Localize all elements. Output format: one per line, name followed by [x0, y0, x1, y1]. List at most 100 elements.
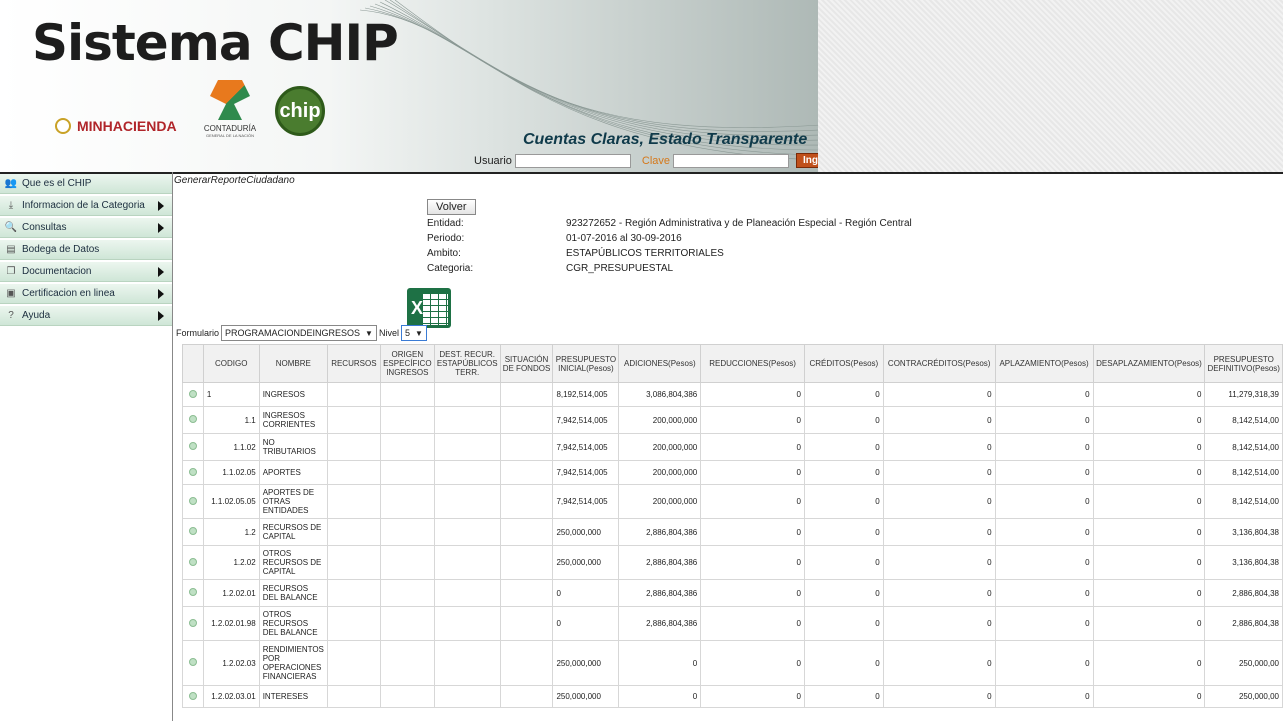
cell-codigo: 1.2.02: [202, 545, 260, 580]
chevron-right-icon: [158, 311, 164, 321]
cell-recursos: [326, 640, 381, 686]
cell-definitivo: 11,279,318,39: [1204, 382, 1283, 407]
table-row[interactable]: 1.2.02.03 RENDIMIENTOS POR OPERACIONES FI…: [182, 640, 1283, 686]
cell-aplazamiento: 0: [994, 382, 1094, 407]
cell-nombre: OTROS RECURSOS DEL BALANCE: [258, 606, 328, 641]
row-select-cell[interactable]: [182, 460, 204, 485]
cell-desaplazamiento: 0: [1092, 518, 1206, 546]
cell-reducciones: 0: [700, 433, 805, 461]
cell-origen: [379, 579, 435, 607]
expand-dot-icon[interactable]: [188, 496, 197, 505]
row-select-cell[interactable]: [182, 382, 204, 407]
row-select-cell[interactable]: [182, 406, 204, 434]
cell-contracreditos: 0: [882, 685, 996, 708]
expand-dot-icon[interactable]: [188, 442, 197, 450]
cell-dest: [433, 460, 501, 485]
table-row[interactable]: 1.2.02.01.98 OTROS RECURSOS DEL BALANCE 0 2…: [182, 606, 1283, 641]
nivel-select[interactable]: 5 ▼: [400, 325, 427, 341]
expand-dot-icon[interactable]: [188, 618, 197, 627]
cell-nombre: APORTES DE OTRAS ENTIDADES: [258, 484, 328, 519]
cell-definitivo: 250,000,00: [1204, 640, 1283, 686]
volver-button[interactable]: Volver: [427, 199, 476, 215]
expand-dot-icon[interactable]: [188, 557, 197, 566]
sidebar-item[interactable]: 🔍 Consultas: [0, 218, 172, 238]
cell-dest: [433, 640, 501, 686]
search-icon: 🔍: [4, 221, 18, 233]
expand-dot-icon[interactable]: [188, 527, 197, 535]
sidebar-item[interactable]: 👥 Que es el CHIP: [0, 174, 172, 194]
cell-adiciones: 200,000,000: [618, 460, 702, 485]
formulario-select[interactable]: PROGRAMACIONDEINGRESOS ▼: [221, 325, 377, 341]
ingresar-button[interactable]: Ingresar: [796, 153, 818, 168]
sidebar-item[interactable]: ▤ Bodega de Datos: [0, 240, 172, 260]
row-select-cell[interactable]: [182, 685, 204, 708]
document-icon: ❐: [6, 265, 16, 277]
table-row[interactable]: 1.2 RECURSOS DE CAPITAL 250,000,000 2,886,8…: [182, 518, 1283, 546]
table-row[interactable]: 1.1.02.05 APORTES 7,942,514,005 200,000,000…: [182, 460, 1283, 485]
cell-origen: [379, 545, 435, 580]
cell-codigo: 1.2: [202, 518, 260, 546]
table-row[interactable]: 1.2.02 OTROS RECURSOS DE CAPITAL 250,000,0…: [182, 545, 1283, 580]
table-row[interactable]: 1.1 INGRESOS CORRIENTES 7,942,514,005 200,0…: [182, 406, 1283, 434]
table-row[interactable]: 1.2.02.01 RECURSOS DEL BALANCE 0 2,886,804,…: [182, 579, 1283, 607]
clave-input[interactable]: [673, 153, 790, 168]
cell-contracreditos: 0: [882, 579, 996, 607]
cell-reducciones: 0: [700, 545, 805, 580]
cell-recursos: [326, 484, 381, 519]
cell-origen: [379, 406, 435, 434]
cell-nombre: INGRESOS: [258, 382, 328, 407]
table-row[interactable]: 1.2.02.03.01 INTERESES 250,000,000 0 0 0 0 0 0 25…: [182, 685, 1283, 708]
sidebar-item[interactable]: ? Ayuda: [0, 306, 172, 326]
column-header-select: [182, 344, 204, 383]
cell-definitivo: 8,142,514,00: [1204, 484, 1283, 519]
contaduria-label: CONTADURÍA: [203, 124, 257, 133]
cell-reducciones: 0: [700, 406, 805, 434]
cell-codigo: 1: [202, 382, 260, 407]
column-header: DEST. RECUR. ESTAPÚBLICOS TERR.: [433, 344, 501, 383]
sidebar-item[interactable]: ▣ Certificacion en linea: [0, 284, 172, 304]
row-select-cell[interactable]: [182, 606, 204, 641]
cell-creditos: 0: [803, 433, 884, 461]
expand-dot-icon[interactable]: [188, 415, 197, 423]
cell-situacion: [499, 433, 554, 461]
table-row[interactable]: 1.1.02.05.05 APORTES DE OTRAS ENTIDADES 7,…: [182, 484, 1283, 519]
cell-desaplazamiento: 0: [1092, 579, 1206, 607]
row-select-cell[interactable]: [182, 433, 204, 461]
cell-codigo: 1.2.02.01.98: [202, 606, 260, 641]
row-select-cell[interactable]: [182, 484, 204, 519]
nivel-value: 5: [404, 328, 410, 338]
usuario-input[interactable]: [514, 153, 631, 168]
column-header: DESAPLAZAMIENTO(Pesos): [1092, 344, 1206, 383]
expand-dot-icon[interactable]: [188, 389, 197, 398]
expand-dot-icon[interactable]: [188, 658, 197, 666]
cell-creditos: 0: [803, 545, 884, 580]
cell-desaplazamiento: 0: [1092, 640, 1206, 686]
cell-contracreditos: 0: [882, 640, 996, 686]
cell-reducciones: 0: [700, 640, 805, 686]
row-select-cell[interactable]: [182, 579, 204, 607]
cell-definitivo: 2,886,804,38: [1204, 606, 1283, 641]
minhacienda-label: MINHACIENDA: [77, 118, 177, 134]
table-row[interactable]: 1 INGRESOS 8,192,514,005 3,086,804,386 0 0 0 0 0…: [182, 382, 1283, 407]
expand-dot-icon[interactable]: [188, 467, 197, 476]
cell-dest: [433, 606, 501, 641]
cell-codigo: 1.1.02: [202, 433, 260, 461]
row-select-cell[interactable]: [182, 518, 204, 546]
cell-inicial: 250,000,000: [552, 518, 620, 546]
entidad-label: Entidad:: [427, 218, 464, 229]
cell-definitivo: 3,136,804,38: [1204, 518, 1283, 546]
filter-row: Formulario PROGRAMACIONDEINGRESOS ▼ Nive…: [176, 325, 427, 341]
cell-adiciones: 200,000,000: [618, 484, 702, 519]
expand-dot-icon[interactable]: [188, 588, 197, 596]
table-row[interactable]: 1.1.02 NO TRIBUTARIOS 7,942,514,005 200,000…: [182, 433, 1283, 461]
expand-dot-icon[interactable]: [188, 691, 197, 700]
sidebar-item[interactable]: ❐ Documentacion: [0, 262, 172, 282]
cell-adiciones: 0: [618, 640, 702, 686]
row-select-cell[interactable]: [182, 545, 204, 580]
row-select-cell[interactable]: [182, 640, 204, 686]
app-title: Sistema CHIP: [32, 14, 399, 72]
cell-contracreditos: 0: [882, 518, 996, 546]
sidebar-item[interactable]: ⤓ Informacion de la Categoria: [0, 196, 172, 216]
formulario-value: PROGRAMACIONDEINGRESOS: [225, 328, 361, 338]
excel-export-icon[interactable]: X: [407, 288, 451, 328]
